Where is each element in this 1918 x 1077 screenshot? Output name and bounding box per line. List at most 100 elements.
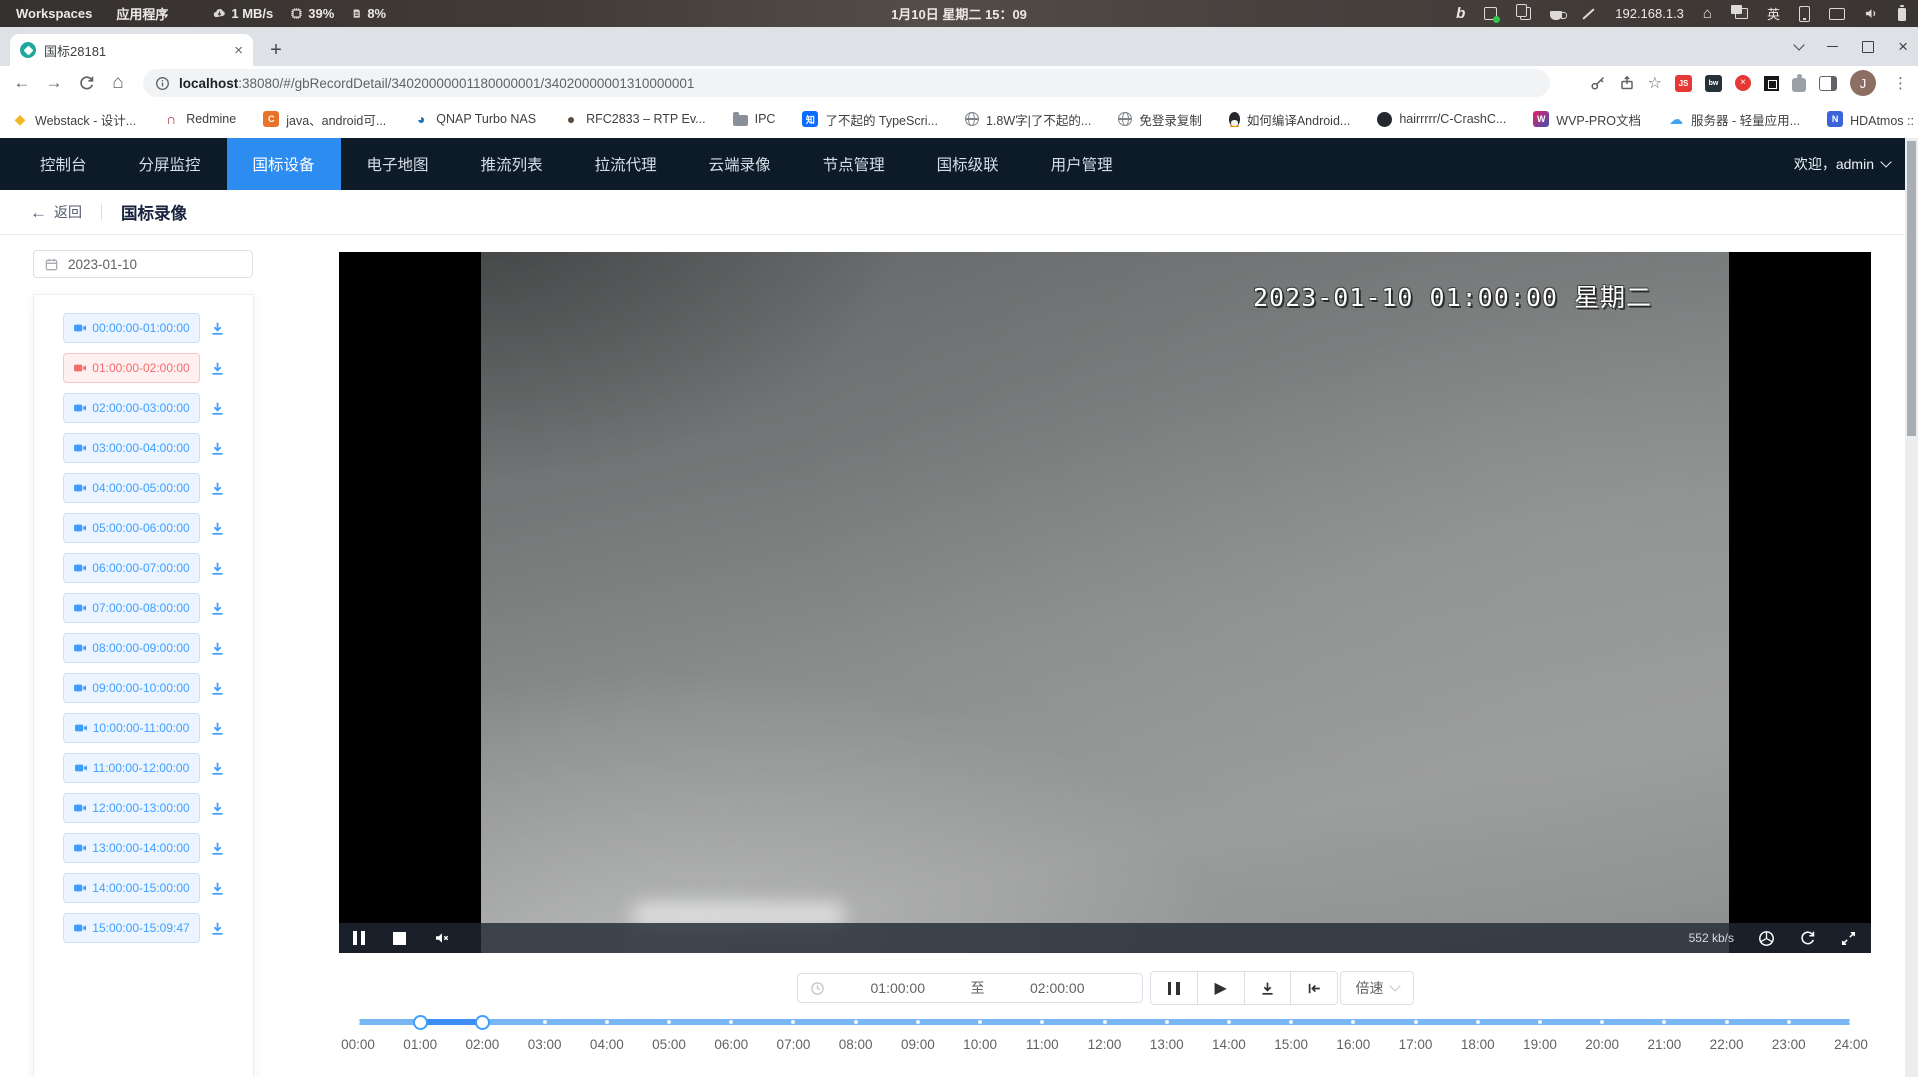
reload-icon[interactable] [70, 75, 102, 92]
playback-speed-dropdown[interactable]: 倍速 [1340, 971, 1414, 1005]
bookmark-star-icon[interactable]: ☆ [1648, 73, 1662, 93]
download-recording-button[interactable] [209, 640, 226, 657]
recording-segment-button[interactable]: 05:00:00-06:00:00 [63, 513, 200, 543]
recording-segment-button[interactable]: 07:00:00-08:00:00 [63, 593, 200, 623]
timeline-slider[interactable] [358, 1019, 1851, 1025]
clipboard-icon[interactable] [1516, 6, 1531, 22]
applications-button[interactable]: 应用程序 [116, 4, 168, 23]
download-recording-button[interactable] [209, 600, 226, 617]
bookmark-item[interactable]: ∩Redmine [163, 111, 236, 127]
bookmark-item[interactable]: ●RFC2833 – RTP Ev... [563, 111, 706, 127]
recording-segment-button[interactable]: 15:00:00-15:09:47 [63, 913, 200, 943]
nav-tab-4[interactable]: 推流列表 [455, 138, 569, 190]
new-tab-button[interactable]: + [262, 36, 290, 64]
home-icon[interactable]: ⌂ [102, 72, 134, 94]
download-recording-button[interactable] [209, 680, 226, 697]
input-language-indicator[interactable]: 英 [1767, 4, 1780, 23]
end-time-value[interactable]: 02:00:00 [985, 980, 1131, 996]
volume-icon[interactable] [1864, 6, 1879, 22]
download-recording-button[interactable] [209, 880, 226, 897]
nav-tab-8[interactable]: 国标级联 [911, 138, 1025, 190]
download-recording-button[interactable] [209, 360, 226, 377]
recording-segment-button[interactable]: 02:00:00-03:00:00 [63, 393, 200, 423]
time-range-input[interactable]: 01:00:00 至 02:00:00 [797, 973, 1143, 1003]
bookmark-item[interactable]: 免登录复制 [1118, 110, 1202, 129]
recording-segment-button[interactable]: 04:00:00-05:00:00 [63, 473, 200, 503]
bookmark-item[interactable]: IPC [733, 112, 776, 126]
screenshot-pen-icon[interactable] [1581, 6, 1596, 22]
browser-menu-icon[interactable]: ⋮ [1889, 74, 1912, 92]
bookmark-item[interactable]: 知了不起的 TypeScri... [802, 110, 938, 129]
download-recording-button[interactable] [209, 400, 226, 417]
extension-bw-icon[interactable]: bw [1705, 75, 1722, 92]
download-button[interactable] [1245, 972, 1292, 1004]
tab-search-chevron-icon[interactable] [1793, 39, 1804, 50]
download-recording-button[interactable] [209, 320, 226, 337]
caffeine-icon[interactable] [1550, 6, 1562, 22]
recording-segment-button[interactable]: 12:00:00-13:00:00 [63, 793, 200, 823]
workspaces-button[interactable]: Workspaces [16, 6, 92, 21]
bookmark-item[interactable]: 1.8W字|了不起的... [965, 110, 1091, 129]
phone-link-icon[interactable] [1799, 6, 1810, 22]
extension-dark-icon[interactable] [1764, 76, 1779, 91]
recording-segment-button[interactable]: 00:00:00-01:00:00 [63, 313, 200, 343]
download-recording-button[interactable] [209, 440, 226, 457]
recording-segment-button[interactable]: 08:00:00-09:00:00 [63, 633, 200, 663]
app-indicator-icon[interactable] [1484, 6, 1497, 22]
date-picker-input[interactable]: 2023-01-10 [33, 250, 253, 278]
workspace-switcher-icon[interactable] [1731, 6, 1748, 22]
extension-js-icon[interactable]: JS [1675, 75, 1692, 92]
browser-tab[interactable]: 国标28181 × [10, 34, 253, 66]
download-recording-button[interactable] [209, 920, 226, 937]
bookmark-item[interactable]: 如何编译Android... [1229, 110, 1351, 129]
nav-tab-7[interactable]: 节点管理 [797, 138, 911, 190]
site-info-icon[interactable] [155, 76, 170, 91]
nav-tab-0[interactable]: 控制台 [14, 138, 113, 190]
play-button[interactable]: ▶ [1198, 972, 1245, 1004]
nav-tab-6[interactable]: 云端录像 [683, 138, 797, 190]
bookmark-item[interactable]: ◕QNAP Turbo NAS [413, 111, 536, 127]
window-maximize-button[interactable] [1862, 41, 1874, 53]
pause-icon[interactable] [353, 931, 365, 945]
mute-icon[interactable] [434, 930, 450, 946]
pause-button[interactable] [1151, 972, 1198, 1004]
nav-tab-9[interactable]: 用户管理 [1025, 138, 1139, 190]
nav-tab-2[interactable]: 国标设备 [227, 138, 341, 190]
share-icon[interactable] [1619, 75, 1635, 91]
bookmark-item[interactable]: hairrrrr/C-CrashC... [1377, 112, 1506, 127]
extension-adblock-icon[interactable]: × [1735, 75, 1751, 91]
recording-segment-button[interactable]: 14:00:00-15:00:00 [63, 873, 200, 903]
download-recording-button[interactable] [209, 720, 226, 737]
bookmark-item[interactable]: ☁服务器 - 轻量应用... [1668, 110, 1800, 129]
window-close-button[interactable]: × [1898, 38, 1908, 55]
battery-icon[interactable] [1898, 6, 1906, 22]
bookmark-item[interactable]: Cjava、android可... [263, 110, 386, 129]
skip-to-start-button[interactable] [1291, 972, 1337, 1004]
recording-segment-button[interactable]: 03:00:00-04:00:00 [63, 433, 200, 463]
home-tray-icon[interactable]: ⌂ [1703, 6, 1712, 22]
recording-segment-button[interactable]: 06:00:00-07:00:00 [63, 553, 200, 583]
back-nav-icon[interactable]: ← [6, 73, 38, 93]
bookmark-item[interactable]: WWVP-PRO文档 [1533, 110, 1641, 129]
address-bar[interactable]: localhost:38080/#/gbRecordDetail/3402000… [143, 69, 1550, 97]
refresh-icon[interactable] [1799, 930, 1816, 947]
tab-close-icon[interactable]: × [234, 43, 243, 58]
bing-tray-icon[interactable]: b [1456, 6, 1465, 22]
timeline-handle-end[interactable] [475, 1015, 490, 1030]
scrollbar-thumb[interactable] [1907, 141, 1916, 436]
download-recording-button[interactable] [209, 520, 226, 537]
download-recording-button[interactable] [209, 760, 226, 777]
stop-icon[interactable] [393, 932, 406, 945]
recording-segment-button[interactable]: 09:00:00-10:00:00 [63, 673, 200, 703]
system-clock[interactable]: 1月10日 星期二 15：09 [891, 4, 1027, 23]
display-icon[interactable] [1829, 6, 1845, 22]
start-time-value[interactable]: 01:00:00 [825, 980, 971, 996]
timeline-handle-start[interactable] [413, 1015, 428, 1030]
back-button[interactable]: ← 返回 [30, 202, 82, 222]
download-recording-button[interactable] [209, 840, 226, 857]
snapshot-aperture-icon[interactable] [1758, 930, 1775, 947]
nav-tab-1[interactable]: 分屏监控 [113, 138, 227, 190]
download-recording-button[interactable] [209, 560, 226, 577]
bookmark-item[interactable]: NHDAtmos :: 种子 *... [1827, 110, 1918, 129]
user-menu[interactable]: 欢迎，admin [1794, 154, 1918, 174]
